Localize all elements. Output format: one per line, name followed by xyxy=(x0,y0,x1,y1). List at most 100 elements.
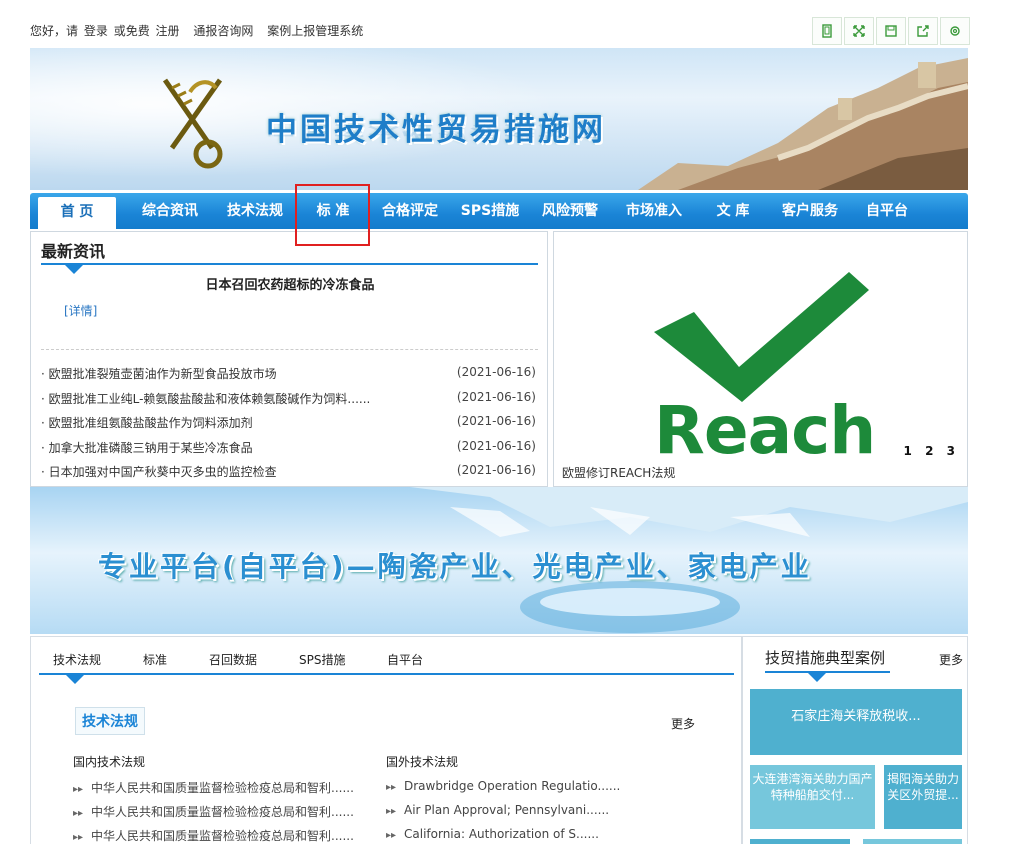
item-text[interactable]: Air Plan Approval; Pennsylvani...... xyxy=(404,803,609,817)
nav-library[interactable]: 文 库 xyxy=(698,193,768,229)
pager-1[interactable]: 1 xyxy=(904,444,912,458)
site-banner: 中国技术性贸易措施网 中国技术性贸易措施网 xyxy=(30,48,968,190)
list-item[interactable]: · 欧盟批准工业纯L-赖氨酸盐酸盐和液体赖氨酸碱作为饲料...... (2021-… xyxy=(41,387,539,412)
case-tile-c[interactable] xyxy=(750,839,850,844)
reach-carousel[interactable]: Reach 欧盟修订REACH法规 1 2 3 xyxy=(553,231,968,487)
domestic-heading: 国内技术法规 xyxy=(73,755,146,769)
case-system-link[interactable]: 案例上报管理系统 xyxy=(267,24,363,38)
nav-customer-service[interactable]: 客户服务 xyxy=(770,193,850,229)
list-item[interactable]: · 欧盟批准裂殖壶菌油作为新型食品投放市场 (2021-06-16) xyxy=(41,362,539,387)
news-title[interactable]: · 日本加强对中国产秋葵中灭多虫的监控检查 xyxy=(41,463,277,480)
list-item[interactable]: ▸▸ 中华人民共和国质量监督检验检疫总局和智利...... xyxy=(73,803,373,827)
nav-home[interactable]: 首 页 xyxy=(38,197,116,229)
list-item[interactable]: ▸▸ California: Authorization of S...... xyxy=(386,827,686,844)
list-item[interactable]: ▸▸ Air Plan Approval; Pennsylvani...... xyxy=(386,803,686,827)
nav-regulations[interactable]: 技术法规 xyxy=(215,193,295,229)
case-tile-main[interactable]: 石家庄海关释放税收... xyxy=(750,689,962,755)
site-title-reflection: 中国技术性贸易措施网 xyxy=(266,122,606,140)
case-tile-b[interactable]: 揭阳海关助力关区外贸提... xyxy=(884,765,962,829)
item-text[interactable]: Drawbridge Operation Regulatio...... xyxy=(404,779,620,793)
top-bar: 您好，请 登录 或免费 注册 通报咨询网 案例上报管理系统 xyxy=(30,14,970,45)
tool-settings-button[interactable] xyxy=(940,17,970,45)
item-text[interactable]: 中华人民共和国质量监督检验检疫总局和智利...... xyxy=(91,829,354,843)
more-link[interactable]: 更多 xyxy=(671,715,695,732)
foreign-heading: 国外技术法规 xyxy=(386,755,459,769)
domestic-regulations-column: 国内技术法规 ▸▸ 中华人民共和国质量监督检验检疫总局和智利...... ▸▸ 中华… xyxy=(73,753,373,844)
nav-sps[interactable]: SPS措施 xyxy=(454,193,526,229)
main-nav: 首 页 综合资讯 技术法规 标 准 合格评定 SPS措施 风险预警 市场准入 文… xyxy=(30,193,968,229)
tool-page-button[interactable] xyxy=(812,17,842,45)
register-link[interactable]: 注册 xyxy=(156,24,180,38)
carousel-caption[interactable]: 欧盟修订REACH法规 xyxy=(562,464,675,481)
tab-self-platform[interactable]: 自平台 xyxy=(387,651,423,668)
latest-news-panel: 最新资讯 日本召回农药超标的冷冻食品 [详情] · 欧盟批准裂殖壶菌油作为新型食… xyxy=(30,231,548,487)
news-date: (2021-06-16) xyxy=(456,414,536,428)
toolbar xyxy=(812,17,970,45)
list-item[interactable]: · 日本加强对中国产秋葵中灭多虫的监控检查 (2021-06-16) xyxy=(41,460,539,485)
news-title[interactable]: · 加拿大批准磷酸三钠用于某些冷冻食品 xyxy=(41,439,253,456)
tab-bar: 技术法规 标准 召回数据 SPS措施 自平台 xyxy=(39,645,734,684)
case-tile-a[interactable]: 大连港湾海关助力国产特种船舶交付... xyxy=(750,765,875,829)
great-wall-image xyxy=(638,58,968,190)
top-links: 您好，请 登录 或免费 注册 通报咨询网 案例上报管理系统 xyxy=(30,22,365,39)
cases-pointer xyxy=(808,673,826,682)
list-item[interactable]: ▸▸ 中华人民共和国质量监督检验检疫总局和智利...... xyxy=(73,827,373,844)
tool-share-button[interactable] xyxy=(908,17,938,45)
item-text[interactable]: California: Authorization of S...... xyxy=(404,827,599,841)
tool-fullscreen-button[interactable] xyxy=(844,17,874,45)
news-date: (2021-06-16) xyxy=(456,389,536,404)
heading-underline xyxy=(41,263,538,265)
reach-logo-text: Reach xyxy=(654,392,876,469)
list-item[interactable]: ▸▸ 中华人民共和国质量监督检验检疫总局和智利...... xyxy=(73,779,373,803)
tab-sps[interactable]: SPS措施 xyxy=(299,651,345,668)
regulations-tabs-panel: 技术法规 标准 召回数据 SPS措施 自平台 技术法规 更多 国内技术法规 ▸▸… xyxy=(30,636,742,844)
list-item[interactable]: · 欧盟批准组氨酸盐酸盐作为饲料添加剂 (2021-06-16) xyxy=(41,411,539,436)
cases-more-link[interactable]: 更多 xyxy=(939,651,963,668)
tool-save-button[interactable] xyxy=(876,17,906,45)
list-item[interactable]: ▸▸ Drawbridge Operation Regulatio...... xyxy=(386,779,686,803)
expand-icon xyxy=(853,25,865,37)
save-icon xyxy=(885,25,897,37)
industry-platform-banner[interactable]: 专业平台(自平台)—陶瓷产业、光电产业、家电产业 xyxy=(30,487,968,634)
featured-headline[interactable]: 日本召回农药超标的冷冻食品 xyxy=(31,274,549,293)
nav-conformity[interactable]: 合格评定 xyxy=(370,193,450,229)
nav-risk-alerts[interactable]: 风险预警 xyxy=(530,193,610,229)
share-icon xyxy=(917,25,929,37)
detail-link[interactable]: [详情] xyxy=(64,302,97,319)
item-text[interactable]: 中华人民共和国质量监督检验检疫总局和智利...... xyxy=(91,781,354,795)
bullet-icon: ▸▸ xyxy=(73,784,84,795)
notify-consult-link[interactable]: 通报咨询网 xyxy=(193,24,253,38)
bullet-icon: ▸▸ xyxy=(386,830,397,841)
carousel-pager: 1 2 3 xyxy=(895,444,955,458)
dashed-divider xyxy=(41,349,538,350)
pager-3[interactable]: 3 xyxy=(947,444,955,458)
cases-underline xyxy=(765,671,890,673)
customs-emblem-icon xyxy=(162,78,223,169)
tab-recalls[interactable]: 召回数据 xyxy=(209,651,257,668)
news-title[interactable]: · 欧盟批准工业纯L-赖氨酸盐酸盐和液体赖氨酸碱作为饲料...... xyxy=(41,390,370,407)
bullet-icon: ▸▸ xyxy=(73,832,84,843)
login-link[interactable]: 登录 xyxy=(84,24,108,38)
page-icon xyxy=(822,24,832,38)
nav-market-access[interactable]: 市场准入 xyxy=(614,193,694,229)
bullet-icon: ▸▸ xyxy=(386,806,397,817)
news-date: (2021-06-16) xyxy=(456,463,536,477)
news-title[interactable]: · 欧盟批准裂殖壶菌油作为新型食品投放市场 xyxy=(41,365,277,382)
nav-news[interactable]: 综合资讯 xyxy=(130,193,210,229)
news-title[interactable]: · 欧盟批准组氨酸盐酸盐作为饲料添加剂 xyxy=(41,414,253,431)
news-list: · 欧盟批准裂殖壶菌油作为新型食品投放市场 (2021-06-16) · 欧盟批准… xyxy=(41,362,539,485)
item-text[interactable]: 中华人民共和国质量监督检验检疫总局和智利...... xyxy=(91,805,354,819)
cases-heading: 技贸措施典型案例 xyxy=(765,649,886,667)
checkmark-icon xyxy=(654,272,869,402)
tab-standards[interactable]: 标准 xyxy=(143,651,167,668)
list-item[interactable]: · 加拿大批准磷酸三钠用于某些冷冻食品 (2021-06-16) xyxy=(41,436,539,461)
tab-regulations[interactable]: 技术法规 xyxy=(53,651,101,668)
greeting-text: 您好，请 xyxy=(30,24,79,38)
news-date: (2021-06-16) xyxy=(456,438,536,453)
highlight-annotation-box xyxy=(295,184,370,246)
section-title: 技术法规 xyxy=(75,707,145,735)
case-tile-d[interactable] xyxy=(863,839,962,844)
pager-2[interactable]: 2 xyxy=(925,444,933,458)
heading-pointer xyxy=(65,265,83,274)
nav-self-platform[interactable]: 自平台 xyxy=(852,193,922,229)
